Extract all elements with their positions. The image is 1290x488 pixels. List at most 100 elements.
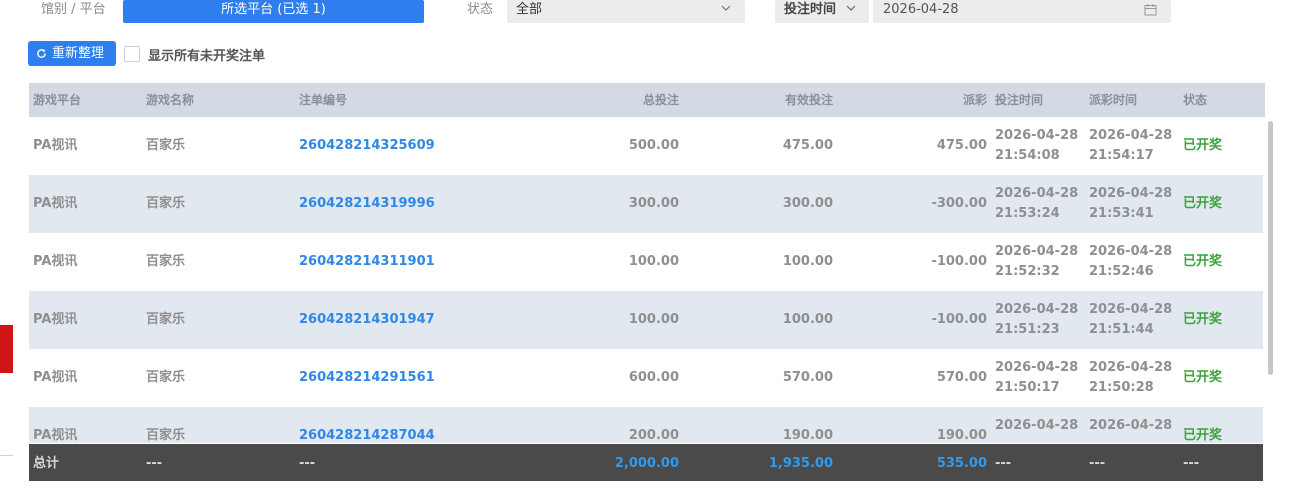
refresh-button-label: 重新整理 [52,46,105,61]
platform-label: 馆别 / 平台 [41,2,106,17]
header-game: 游戏名称 [146,93,195,107]
bet-id-link[interactable]: 260428214325609 [299,117,435,175]
header-platform: 游戏平台 [33,93,82,107]
bet-date: 2026-04-28 [995,186,1079,201]
bet-clock: 21:54:08 [995,148,1060,163]
cell-valid-bet: 570.00 [782,370,833,385]
status-badge: 已开奖 [1183,428,1223,443]
table-header: 游戏平台 游戏名称 注单编号 总投注 有效投注 派彩 投注时间 派彩时间 状态 [29,83,1265,117]
cell-bet-time: 2026-04-28 21:54:08 [995,117,1078,175]
scrollbar-thumb[interactable] [1268,121,1273,375]
cell-payout: -100.00 [931,312,987,327]
bet-date: 2026-04-28 [995,360,1079,375]
pay-date: 2026-04-28 [1089,128,1173,143]
total-bet-time: --- [995,456,1012,471]
cell-valid-bet: 475.00 [782,138,833,153]
divider [0,455,13,456]
status-badge: 已开奖 [1183,312,1223,327]
status-badge: 已开奖 [1183,254,1223,269]
platform-select-button[interactable]: 所选平台 (已选 1) [123,0,424,23]
cell-game: 百家乐 [146,254,186,269]
cell-payout: 475.00 [936,138,987,153]
total-bet-sum: 2,000.00 [614,456,679,471]
status-badge: 已开奖 [1183,370,1223,385]
bet-clock: 21:52:32 [995,264,1060,279]
total-game: --- [299,456,316,471]
bet-date: 2026-04-28 [995,128,1079,143]
chevron-down-icon [721,5,731,11]
table-row: PA视讯 百家乐 260428214291561 600.00 570.00 5… [29,349,1263,407]
bet-id-link[interactable]: 260428214319996 [299,175,435,233]
cell-platform: PA视讯 [33,312,78,327]
pay-date: 2026-04-28 [1089,244,1173,259]
cell-game: 百家乐 [146,428,186,443]
bet-id-link[interactable]: 260428214287044 [299,407,435,443]
cell-game: 百家乐 [146,312,186,327]
cell-payout: 570.00 [936,370,987,385]
cell-platform: PA视讯 [33,254,78,269]
pay-clock: 21:50:28 [1089,380,1154,395]
cell-valid-bet: 100.00 [782,312,833,327]
cell-bet-time: 2026-04-28 [995,407,1078,443]
cell-payout: -300.00 [931,196,987,211]
cell-payout-time: 2026-04-28 21:52:46 [1089,233,1172,291]
table-row: PA视讯 百家乐 260428214319996 300.00 300.00 -… [29,175,1263,233]
header-bet-time: 投注时间 [995,93,1044,107]
header-payout-time: 派彩时间 [1089,93,1138,107]
header-total-bet: 总投注 [642,93,679,107]
cell-platform: PA视讯 [33,138,78,153]
bet-id-link[interactable]: 260428214291561 [299,349,435,407]
header-status: 状态 [1183,93,1208,107]
cell-total-bet: 100.00 [628,312,679,327]
header-bet-id: 注单编号 [299,93,348,107]
side-tab[interactable] [0,325,13,373]
header-valid-bet: 有效投注 [784,93,833,107]
date-input[interactable]: 2026-04-28 [873,0,1171,23]
total-platform: --- [146,456,163,471]
filter-bar: 馆别 / 平台 所选平台 (已选 1) 状态 全部 投注时间 2026-04-2… [0,0,1290,24]
bet-id-link[interactable]: 260428214311901 [299,233,435,291]
bet-date: 2026-04-28 [995,244,1079,259]
total-status: --- [1183,456,1200,471]
header-payout: 派彩 [962,93,987,107]
time-type-select[interactable]: 投注时间 [775,0,869,23]
cell-payout-time: 2026-04-28 21:53:41 [1089,175,1172,233]
chevron-down-icon [846,5,856,11]
time-type-value: 投注时间 [784,2,837,17]
status-badge: 已开奖 [1183,138,1223,153]
show-unsettled-toggle[interactable]: 显示所有未开奖注单 [124,45,265,64]
bet-id-link[interactable]: 260428214301947 [299,291,435,349]
cell-total-bet: 200.00 [628,428,679,443]
show-unsettled-checkbox[interactable] [124,46,140,62]
pay-date: 2026-04-28 [1089,186,1173,201]
payout-sum: 535.00 [936,456,987,471]
valid-bet-sum: 1,935.00 [768,456,833,471]
table-row: PA视讯 百家乐 260428214311901 100.00 100.00 -… [29,233,1263,291]
pay-clock: 21:54:17 [1089,148,1154,163]
table-row: PA视讯 百家乐 260428214301947 100.00 100.00 -… [29,291,1263,349]
cell-bet-time: 2026-04-28 21:50:17 [995,349,1078,407]
bet-clock: 21:53:24 [995,206,1060,221]
cell-platform: PA视讯 [33,428,78,443]
cell-payout: 190.00 [936,428,987,443]
cell-game: 百家乐 [146,370,186,385]
pay-clock: 21:53:41 [1089,206,1154,221]
status-label: 状态 [467,2,494,17]
cell-game: 百家乐 [146,138,186,153]
status-select-value: 全部 [516,2,543,17]
cell-bet-time: 2026-04-28 21:53:24 [995,175,1078,233]
pay-date: 2026-04-28 [1089,418,1173,433]
cell-bet-time: 2026-04-28 21:52:32 [995,233,1078,291]
table-body[interactable]: PA视讯 百家乐 260428214325609 500.00 475.00 4… [29,117,1263,443]
pay-date: 2026-04-28 [1089,302,1173,317]
refresh-button[interactable]: 重新整理 [28,41,116,66]
cell-platform: PA视讯 [33,370,78,385]
table-footer-totals: 总计 --- --- 2,000.00 1,935.00 535.00 --- … [29,444,1263,481]
status-badge: 已开奖 [1183,196,1223,211]
table-row: PA视讯 百家乐 260428214287044 200.00 190.00 1… [29,407,1263,443]
status-select[interactable]: 全部 [507,0,745,23]
cell-valid-bet: 300.00 [782,196,833,211]
calendar-icon [1144,4,1157,16]
cell-game: 百家乐 [146,196,186,211]
bet-clock: 21:50:17 [995,380,1060,395]
